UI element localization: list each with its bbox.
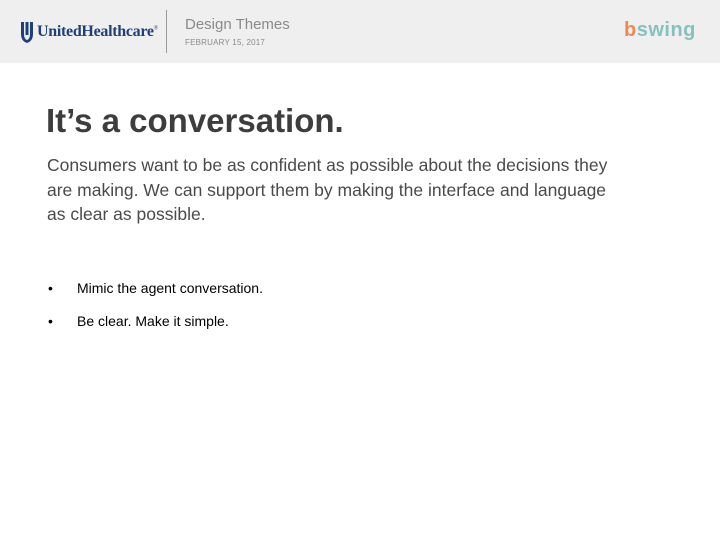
bullet-list: • Mimic the agent conversation. • Be cle… [48, 280, 263, 346]
bullet-item: • Mimic the agent conversation. [48, 280, 263, 313]
header-divider [166, 10, 167, 53]
slide-lead-paragraph: Consumers want to be as confident as pos… [47, 155, 608, 224]
deck-title: Design Themes [185, 16, 290, 33]
bswing-logo: bswing [624, 19, 696, 41]
uhc-logo-text: UnitedHealthcare® [37, 23, 158, 40]
slide-title: It’s a conversation. [46, 102, 344, 139]
bullet-text: Be clear. Make it simple. [77, 313, 229, 329]
slide-header: UnitedHealthcare® Design Themes FEBRUARY… [0, 0, 720, 63]
bullet-marker: • [48, 313, 53, 329]
uhc-shield-icon [21, 22, 33, 43]
unitedhealthcare-logo: UnitedHealthcare® [20, 20, 158, 44]
bullet-text: Mimic the agent conversation. [77, 280, 263, 296]
bullet-item: • Be clear. Make it simple. [48, 313, 263, 346]
deck-date: FEBRUARY 15, 2017 [185, 38, 266, 47]
bullet-marker: • [48, 280, 53, 296]
